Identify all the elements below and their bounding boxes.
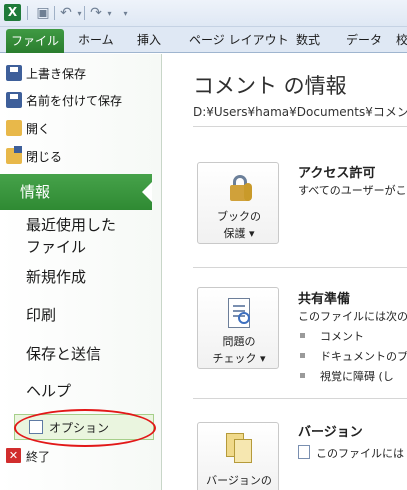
excel-app-icon[interactable]: X <box>4 4 21 21</box>
redo-icon[interactable]: ↷ <box>86 3 106 23</box>
file-path: D:¥Users¥hama¥Documents¥コメント <box>193 105 407 119</box>
nav-save-as-label: 名前を付けて保存 <box>26 93 123 108</box>
toolbar-divider <box>27 6 28 20</box>
protect-workbook-button[interactable]: ブックの 保護 ▾ <box>197 162 279 244</box>
list-item: コメント <box>300 328 364 344</box>
nav-recent-label-line2: ファイル <box>26 238 87 256</box>
tab-file[interactable]: ファイル <box>6 29 64 53</box>
prepare-text: このファイルには次の項 <box>298 310 407 323</box>
versions-icon <box>224 433 254 465</box>
protect-label-line2: 保護 ▾ <box>223 227 255 240</box>
nav-save-as[interactable]: 名前を付けて保存 <box>6 89 123 111</box>
save-as-icon <box>6 92 22 108</box>
info-pane: コメント の情報 D:¥Users¥hama¥Documents¥コメント ブッ… <box>163 54 407 490</box>
check-label-line1: 問題の <box>222 335 256 348</box>
nav-save-label: 上書き保存 <box>26 66 87 81</box>
nav-save-send[interactable]: 保存と送信 <box>26 343 101 365</box>
quick-access-toolbar: X ▣ ↶ ▾ ↷ ▾ ▾ <box>0 0 407 27</box>
nav-open-label: 開く <box>26 121 51 136</box>
versions-label-line1: バージョンの <box>206 474 272 487</box>
versions-heading: バージョン <box>298 425 363 440</box>
divider <box>193 398 407 399</box>
divider <box>193 267 407 268</box>
file-version-icon <box>298 445 310 459</box>
toolbar-divider <box>84 6 85 20</box>
protect-label-line1: ブックの <box>217 210 261 223</box>
divider <box>193 126 407 127</box>
tab-formulas[interactable]: 数式 <box>296 29 320 53</box>
nav-info[interactable]: 情報 <box>0 174 152 210</box>
backstage-nav: 上書き保存 名前を付けて保存 開く 閉じる 情報 最近使用した ファイル 新規作… <box>0 54 162 490</box>
nav-recent[interactable]: 最近使用した ファイル <box>26 214 116 258</box>
check-issues-button[interactable]: 問題の チェック ▾ <box>197 287 279 369</box>
lock-key-icon <box>224 173 254 205</box>
list-item: 視覚に障碍 (し <box>300 368 394 384</box>
check-label-line2: チェック ▾ <box>212 352 266 365</box>
nav-save[interactable]: 上書き保存 <box>6 62 87 84</box>
nav-print[interactable]: 印刷 <box>26 304 56 326</box>
undo-dropdown-icon[interactable]: ▾ <box>75 3 84 23</box>
toolbar-divider <box>54 6 55 20</box>
versions-text: このファイルには <box>316 447 404 460</box>
nav-open[interactable]: 開く <box>6 117 51 139</box>
permissions-heading: アクセス許可 <box>298 166 376 181</box>
manage-versions-button[interactable]: バージョンの <box>197 422 279 490</box>
ribbon-tabs: ファイル ホーム 挿入 ページ レイアウト 数式 データ 校 <box>0 27 407 53</box>
tab-review[interactable]: 校 <box>396 29 407 53</box>
nav-exit-label: 終了 <box>26 449 51 464</box>
save-icon[interactable]: ▣ <box>33 3 53 23</box>
nav-close-label: 閉じる <box>26 149 63 164</box>
list-item: ドキュメントのプロ <box>300 348 407 364</box>
highlight-ellipse <box>14 409 156 447</box>
tab-page-layout[interactable]: ページ レイアウト <box>189 29 289 53</box>
page-title: コメント の情報 <box>193 74 347 98</box>
undo-icon[interactable]: ↶ <box>56 3 76 23</box>
folder-close-icon <box>6 146 22 164</box>
tab-home[interactable]: ホーム <box>78 29 114 53</box>
prepare-heading: 共有準備 <box>298 292 351 307</box>
redo-dropdown-icon[interactable]: ▾ <box>105 3 114 23</box>
save-icon <box>6 65 22 81</box>
nav-recent-label-line1: 最近使用した <box>26 216 117 234</box>
exit-icon: ✕ <box>6 448 21 463</box>
check-document-icon <box>224 298 254 330</box>
nav-exit[interactable]: ✕ 終了 <box>6 446 51 466</box>
tab-data[interactable]: データ <box>346 29 382 53</box>
tab-insert[interactable]: 挿入 <box>137 29 161 53</box>
nav-help[interactable]: ヘルプ <box>26 380 71 402</box>
nav-close[interactable]: 閉じる <box>6 145 63 167</box>
folder-open-icon <box>6 120 22 136</box>
permissions-text: すべてのユーザーがこの <box>298 184 407 197</box>
customize-qat-icon[interactable]: ▾ <box>121 3 130 23</box>
nav-new[interactable]: 新規作成 <box>26 266 86 288</box>
